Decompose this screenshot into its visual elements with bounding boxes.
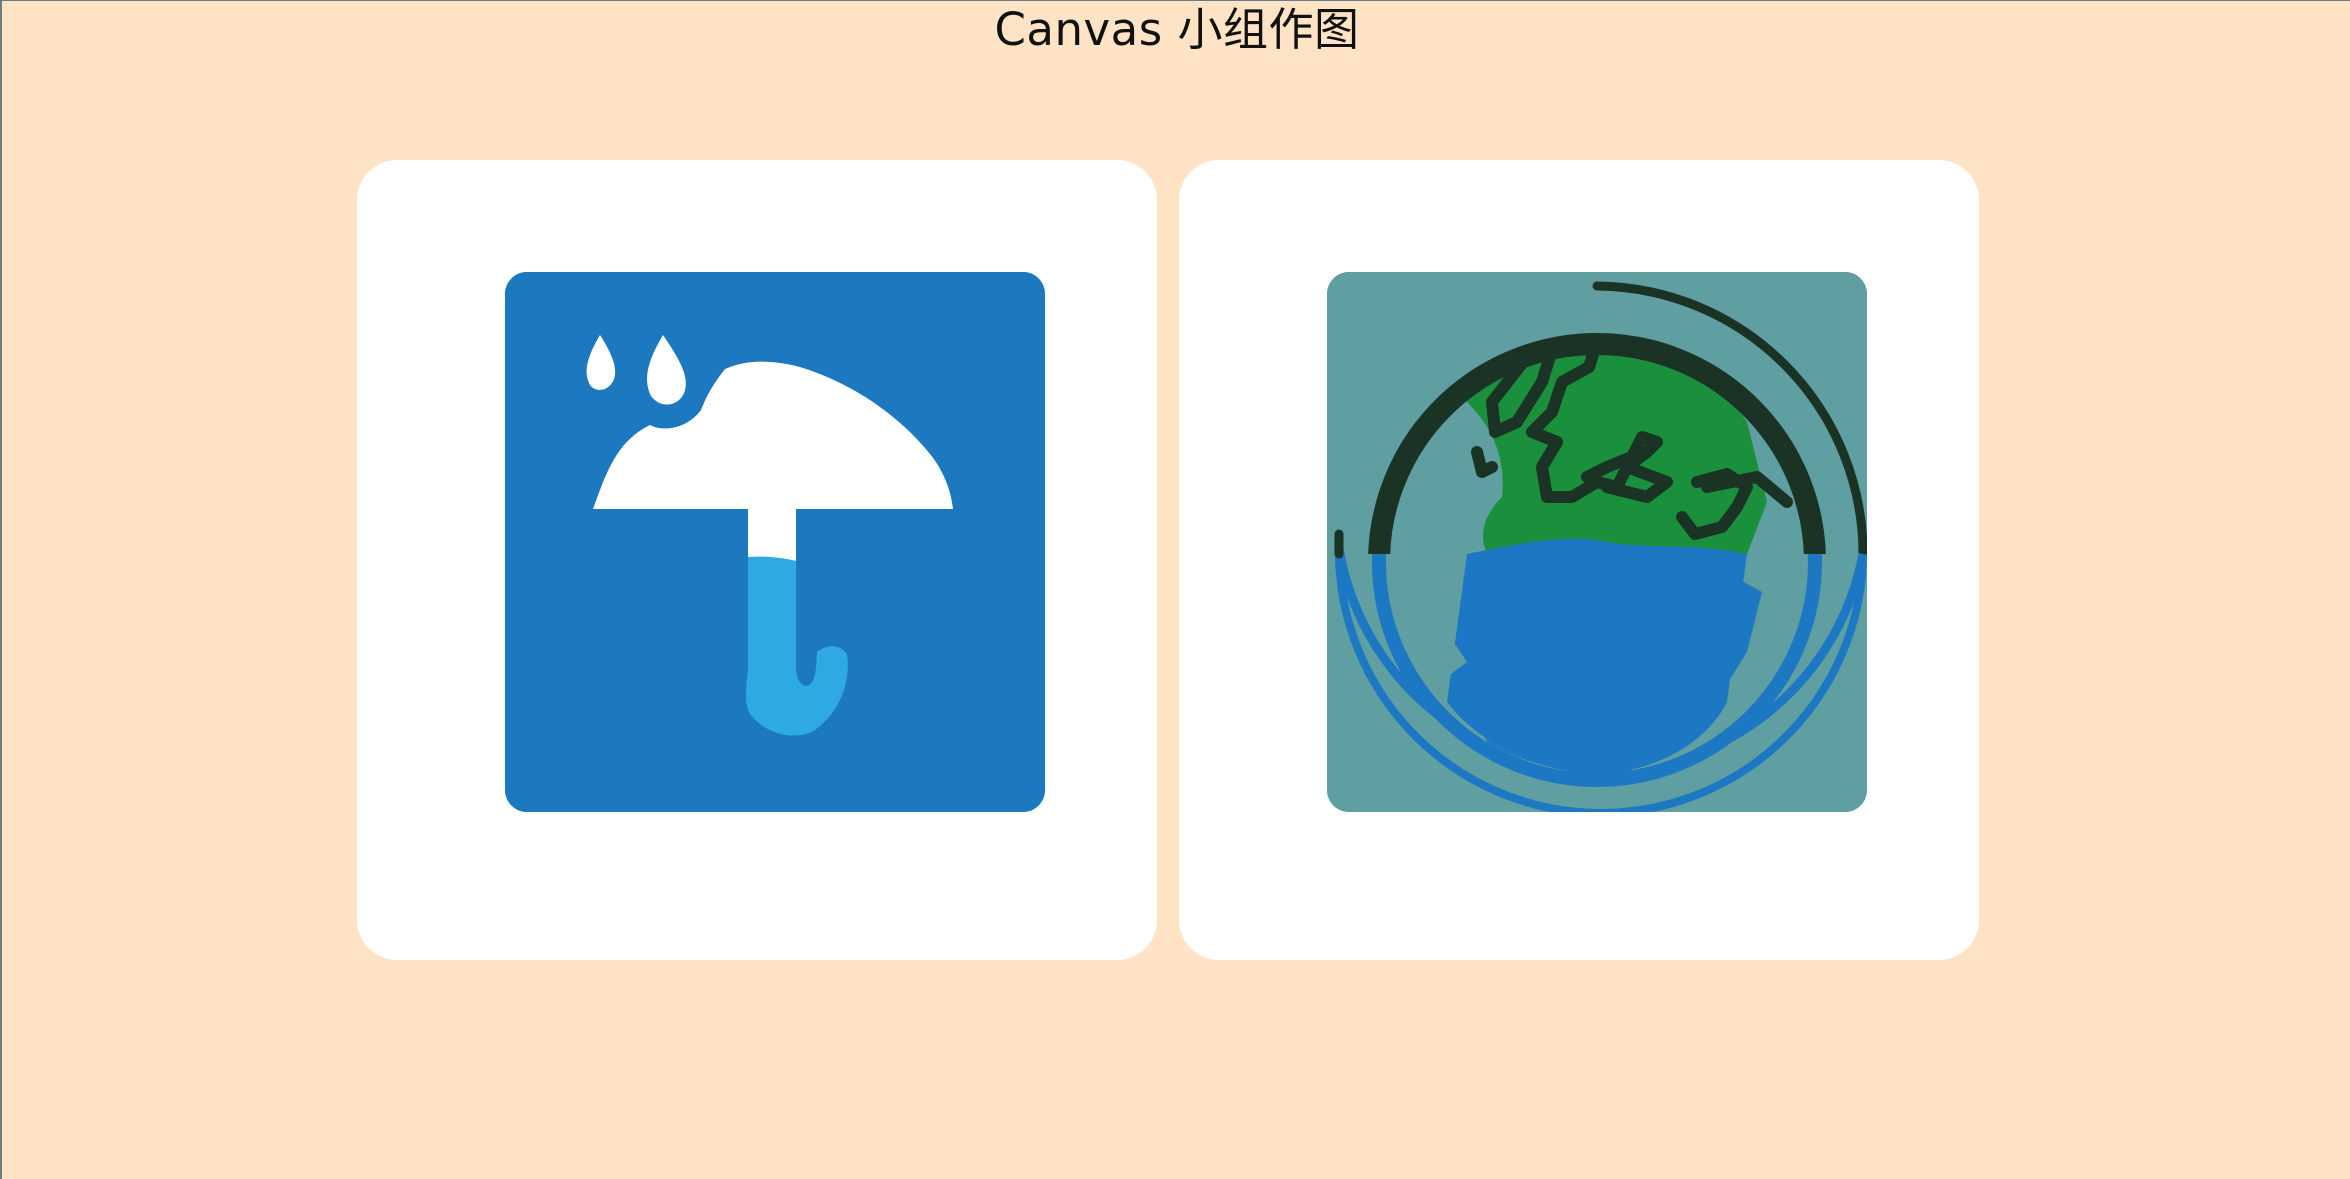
umbrella-rain-icon bbox=[505, 272, 1045, 812]
globe-card bbox=[1179, 160, 1979, 960]
globe-canvas bbox=[1327, 272, 1867, 812]
page-title: Canvas 小组作图 bbox=[994, 3, 1360, 56]
umbrella-card bbox=[357, 160, 1157, 960]
earth-globe-icon bbox=[1327, 272, 1867, 812]
umbrella-canvas bbox=[505, 272, 1045, 812]
umbrella-shaft bbox=[748, 509, 796, 561]
